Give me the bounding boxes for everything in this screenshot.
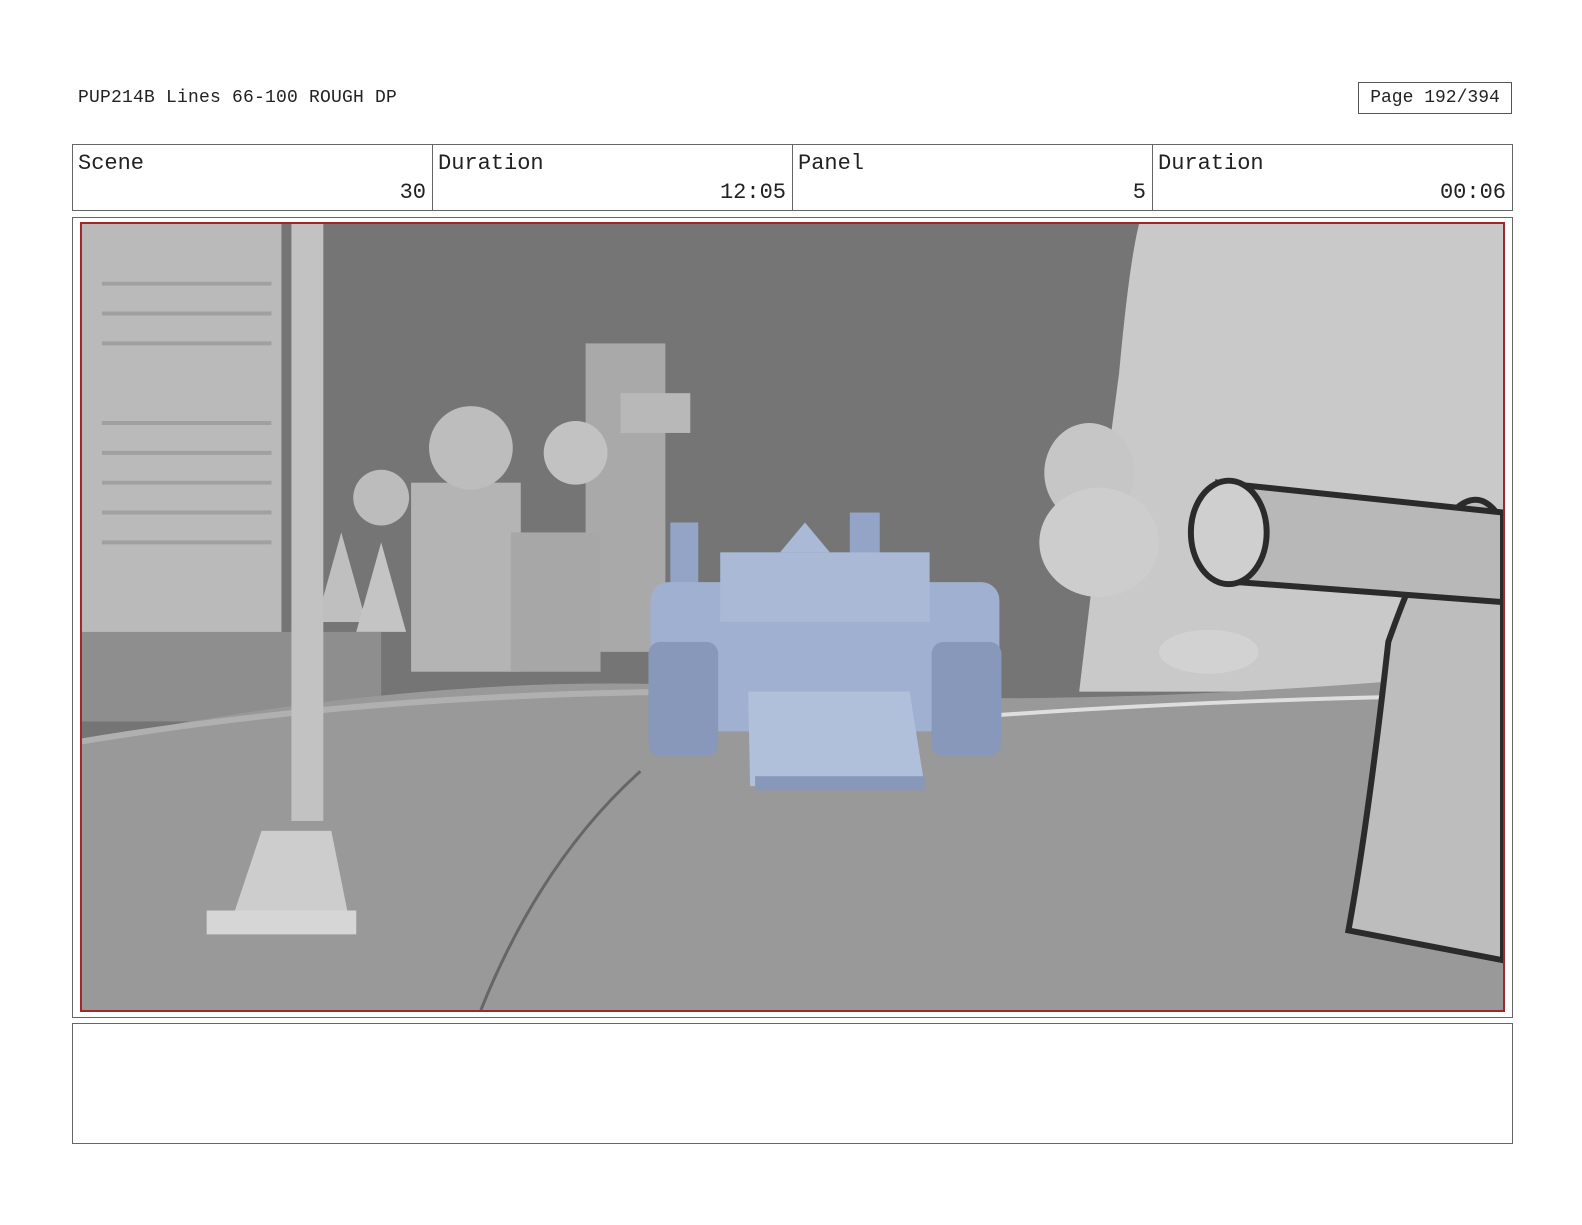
panel-cell: Panel 5 xyxy=(793,145,1153,210)
scene-duration-cell: Duration 12:05 xyxy=(433,145,793,210)
panel-duration-label: Duration xyxy=(1158,151,1264,176)
scene-label: Scene xyxy=(78,151,145,176)
scene-duration-label: Duration xyxy=(438,151,544,176)
scene-duration-value: 12:05 xyxy=(719,180,786,205)
document-title: PUP214B Lines 66-100 ROUGH DP xyxy=(78,88,398,108)
panel-duration-value: 00:06 xyxy=(1439,180,1506,205)
panel-value: 5 xyxy=(1132,180,1146,205)
page-number: Page 192/394 xyxy=(1358,82,1512,114)
panel-duration-cell: Duration 00:06 xyxy=(1153,145,1512,210)
scene-cell: Scene 30 xyxy=(73,145,433,210)
notes-box xyxy=(72,1023,1513,1144)
scene-value: 30 xyxy=(399,180,426,205)
scene-info-row: Scene 30 Duration 12:05 Panel 5 Duration… xyxy=(72,144,1513,211)
storyboard-panel-image xyxy=(80,222,1505,1012)
panel-label: Panel xyxy=(798,151,865,176)
scene-illustration xyxy=(82,224,1503,1010)
